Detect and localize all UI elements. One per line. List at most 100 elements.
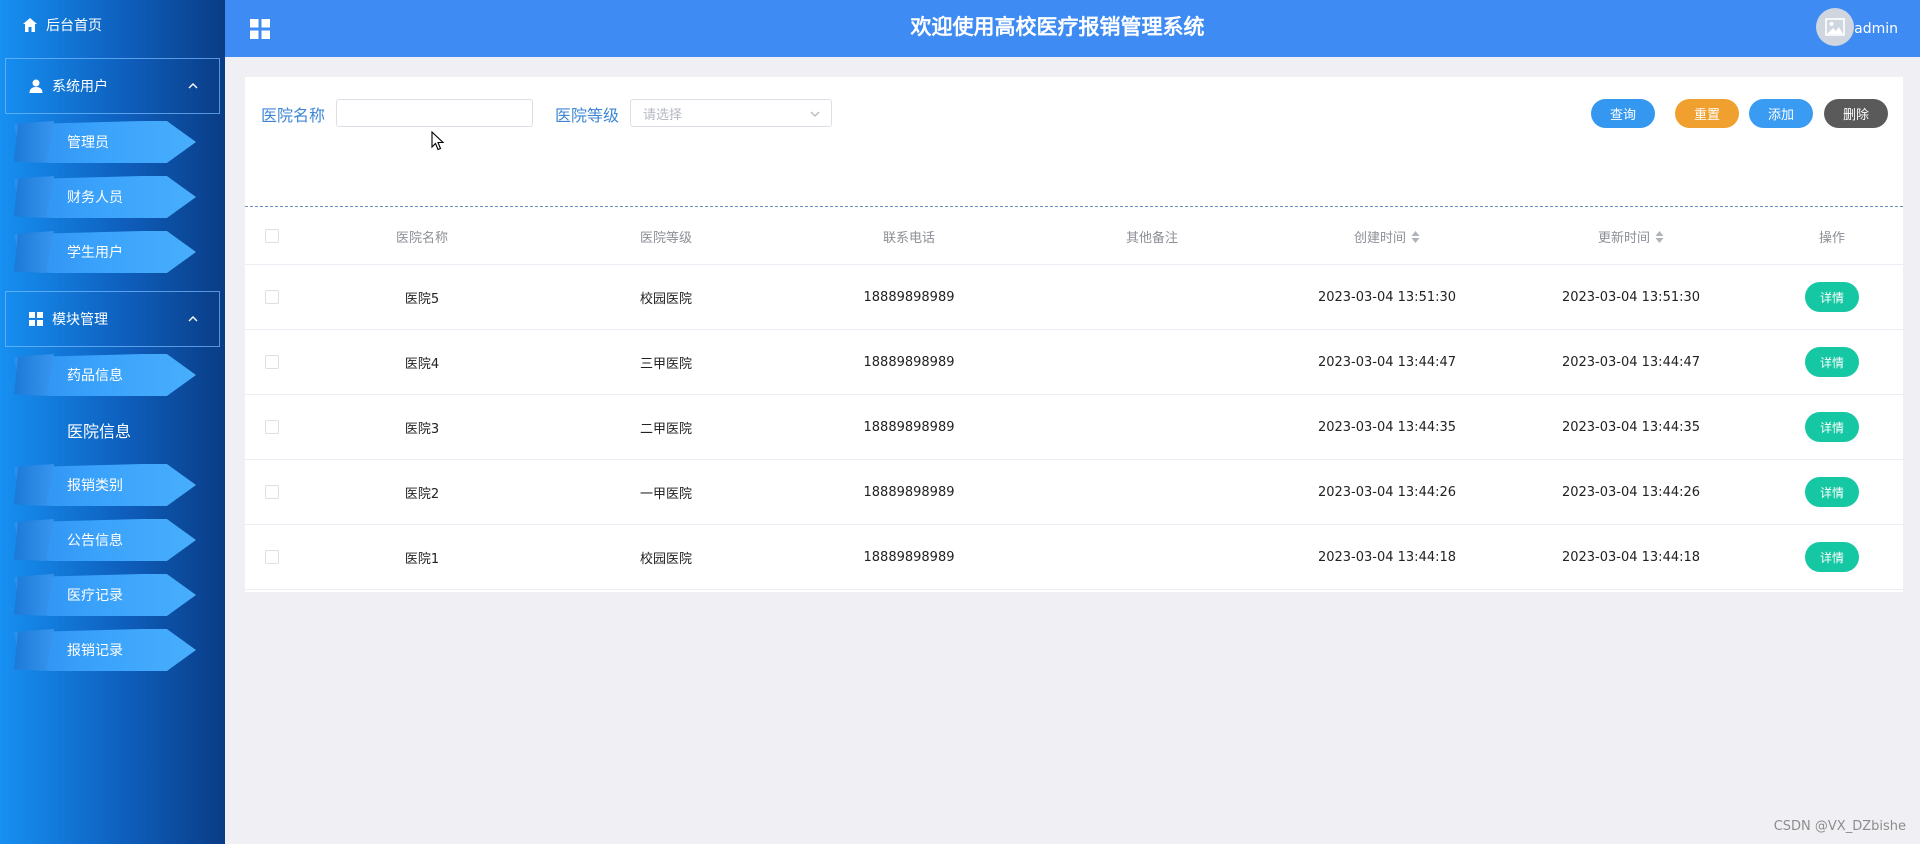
mouse-cursor-icon (431, 131, 445, 151)
sidebar: 后台首页 系统用户 管理员 财务人员 学生用户 模块管理 药品信息 医院信息 报… (0, 0, 225, 844)
grid-icon (29, 312, 43, 326)
hospital-name-input[interactable] (336, 99, 533, 127)
username[interactable]: admin (1854, 0, 1898, 57)
table-cell-phone: 18889898989 (863, 549, 955, 565)
table-cell-level: 一甲医院 (639, 486, 693, 502)
sidebar-item-medical-records[interactable]: 医疗记录 (0, 567, 225, 622)
hospital-level-label: 医院等级 (555, 106, 620, 125)
sidebar-item-label: 管理员 (67, 134, 109, 151)
table-cell-updated: 2023-03-04 13:51:30 (1561, 289, 1701, 305)
reset-button[interactable]: 重置 (1675, 99, 1739, 128)
detail-button[interactable]: 详情 (1805, 412, 1859, 442)
table-cell-phone: 18889898989 (863, 354, 955, 370)
col-header-sortable[interactable]: 更新时间 (1598, 227, 1664, 246)
sidebar-item-label: 报销类别 (67, 477, 123, 494)
table-row: 医院1 校园医院 18889898989 2023-03-04 13:44:18 202… (245, 525, 1903, 590)
table-cell-level: 校园医院 (639, 551, 693, 567)
user-icon (29, 79, 43, 93)
table-cell-created: 2023-03-04 13:44:35 (1317, 419, 1457, 435)
sidebar-group-modules[interactable]: 模块管理 (5, 291, 220, 347)
home-icon (23, 18, 37, 32)
table-cell-level: 校园医院 (639, 291, 693, 307)
sidebar-item-label: 医疗记录 (67, 587, 123, 604)
sidebar-item-hospital[interactable]: 医院信息 (0, 402, 225, 457)
col-header: 联系电话 (882, 230, 936, 246)
table-cell-updated: 2023-03-04 13:44:26 (1561, 484, 1701, 500)
table-row: 医院3 二甲医院 18889898989 2023-03-04 13:44:35 202… (245, 395, 1903, 460)
sidebar-item-home[interactable]: 后台首页 (0, 0, 225, 50)
sort-icon[interactable] (1411, 230, 1420, 243)
chevron-up-icon (188, 316, 198, 322)
watermark: CSDN @VX_DZbishe (1773, 819, 1906, 834)
detail-button[interactable]: 详情 (1805, 477, 1859, 507)
sidebar-group-system-users[interactable]: 系统用户 (5, 58, 220, 114)
table-cell-name: 医院2 (404, 486, 440, 502)
table-cell-level: 二甲医院 (639, 421, 693, 437)
table-row: 医院2 一甲医院 18889898989 2023-03-04 13:44:26 202… (245, 460, 1903, 525)
row-checkbox[interactable] (265, 485, 279, 499)
sort-icon[interactable] (1655, 230, 1664, 243)
col-header: 操作 (1818, 230, 1846, 246)
sidebar-item-label: 公告信息 (67, 532, 123, 549)
sidebar-item-students[interactable]: 学生用户 (0, 224, 225, 279)
chevron-down-icon (810, 111, 820, 117)
sidebar-item-medicine[interactable]: 药品信息 (0, 347, 225, 402)
sidebar-group-label: 模块管理 (52, 312, 108, 328)
sidebar-item-reimburse-records[interactable]: 报销记录 (0, 622, 225, 677)
image-icon (1825, 18, 1845, 36)
table-cell-created: 2023-03-04 13:44:47 (1317, 354, 1457, 370)
sidebar-item-label: 后台首页 (46, 18, 102, 34)
row-checkbox[interactable] (265, 290, 279, 304)
table-cell-phone: 18889898989 (863, 289, 955, 305)
query-button[interactable]: 查询 (1591, 99, 1655, 128)
col-header-label: 更新时间 (1597, 230, 1651, 246)
sidebar-item-label: 报销记录 (67, 642, 123, 659)
select-all-checkbox[interactable] (265, 229, 279, 243)
page-title: 欢迎使用高校医疗报销管理系统 (910, 15, 1205, 39)
sidebar-item-notice[interactable]: 公告信息 (0, 512, 225, 567)
sidebar-item-label: 医院信息 (67, 421, 132, 441)
search-bar: 医院名称 医院等级 请选择 查询 重置 添加 删除 (245, 77, 1903, 207)
table-row: 医院4 三甲医院 18889898989 2023-03-04 13:44:47 202… (245, 330, 1903, 395)
row-checkbox[interactable] (265, 550, 279, 564)
table-cell-level: 三甲医院 (639, 356, 693, 372)
table-cell-name: 医院5 (404, 291, 440, 307)
chevron-up-icon (188, 83, 198, 89)
detail-button[interactable]: 详情 (1805, 282, 1859, 312)
table-cell-name: 医院1 (404, 551, 440, 567)
avatar[interactable] (1816, 8, 1854, 46)
sidebar-item-reimburse-type[interactable]: 报销类别 (0, 457, 225, 512)
col-header: 其他备注 (1125, 230, 1179, 246)
select-placeholder: 请选择 (643, 107, 683, 123)
row-checkbox[interactable] (265, 355, 279, 369)
col-header-sortable[interactable]: 创建时间 (1354, 227, 1420, 246)
sidebar-group-label: 系统用户 (52, 79, 108, 95)
table-cell-updated: 2023-03-04 13:44:35 (1561, 419, 1701, 435)
detail-button[interactable]: 详情 (1805, 542, 1859, 572)
hospital-table: 医院名称 医院等级 联系电话 其他备注 创建时间 更新时间 操作 医院5 校园医院… (245, 208, 1903, 590)
sidebar-item-admin[interactable]: 管理员 (0, 114, 225, 169)
table-header: 医院名称 医院等级 联系电话 其他备注 创建时间 更新时间 操作 (245, 208, 1903, 265)
top-header: 欢迎使用高校医疗报销管理系统 admin (225, 0, 1920, 57)
sidebar-item-label: 学生用户 (67, 244, 123, 261)
table-cell-name: 医院3 (404, 421, 440, 437)
hospital-level-select[interactable]: 请选择 (630, 99, 832, 127)
col-header: 医院名称 (395, 230, 449, 246)
table-cell-name: 医院4 (404, 356, 440, 372)
detail-button[interactable]: 详情 (1805, 347, 1859, 377)
table-row: 医院5 校园医院 18889898989 2023-03-04 13:51:30 202… (245, 265, 1903, 330)
sidebar-item-label: 财务人员 (67, 189, 123, 206)
content-card: 医院名称 医院等级 请选择 查询 重置 添加 删除 医院名称 医院等级 联系电话… (245, 77, 1903, 592)
table-cell-created: 2023-03-04 13:44:26 (1317, 484, 1457, 500)
sidebar-item-finance[interactable]: 财务人员 (0, 169, 225, 224)
table-cell-updated: 2023-03-04 13:44:18 (1561, 549, 1701, 565)
table-cell-phone: 18889898989 (863, 419, 955, 435)
table-cell-created: 2023-03-04 13:51:30 (1317, 289, 1457, 305)
add-button[interactable]: 添加 (1749, 99, 1813, 128)
row-checkbox[interactable] (265, 420, 279, 434)
delete-button[interactable]: 删除 (1824, 99, 1888, 128)
col-header: 医院等级 (639, 230, 693, 246)
table-cell-updated: 2023-03-04 13:44:47 (1561, 354, 1701, 370)
table-cell-phone: 18889898989 (863, 484, 955, 500)
col-header-label: 创建时间 (1353, 230, 1407, 246)
